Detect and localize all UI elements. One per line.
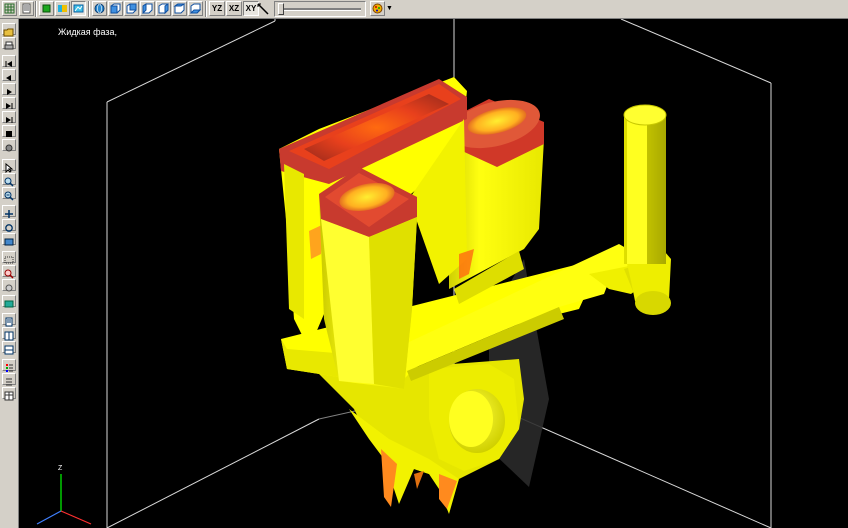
z-axis-label: Z (58, 465, 63, 472)
list-view-icon[interactable] (19, 1, 34, 16)
select-icon[interactable] (2, 159, 16, 174)
plane-yz-button[interactable]: YZ (209, 1, 225, 16)
cube-view-icon[interactable] (71, 1, 86, 16)
first-frame-icon[interactable] (2, 55, 16, 67)
dropdown-icon[interactable]: ▼ (386, 3, 394, 15)
slider-track (279, 8, 361, 11)
toolbar-separator (205, 1, 207, 17)
rotate-icon[interactable] (2, 219, 16, 232)
stop-icon[interactable] (2, 125, 16, 137)
globe-icon[interactable] (92, 1, 107, 16)
palette-icon[interactable] (370, 1, 385, 16)
print-icon[interactable] (2, 37, 16, 50)
toolbar-separator (88, 1, 90, 17)
list-icon[interactable] (2, 373, 16, 386)
frame-slider[interactable] (274, 1, 366, 17)
play-icon[interactable] (2, 83, 16, 95)
box-icon[interactable] (2, 251, 16, 264)
zoom-in-icon[interactable] (2, 173, 16, 187)
table-icon[interactable] (2, 387, 16, 401)
3d-viewport[interactable]: Жидкая фаза, Z (19, 19, 848, 528)
document-icon[interactable] (2, 313, 16, 327)
box-edge (106, 418, 320, 528)
cube-palette-icon[interactable] (55, 1, 70, 16)
measure-icon[interactable] (256, 2, 270, 16)
section-icon[interactable] (2, 233, 16, 246)
next-frame-icon[interactable] (2, 97, 16, 109)
settings-icon[interactable] (2, 279, 16, 292)
view-left-icon[interactable] (140, 1, 155, 16)
prev-frame-icon[interactable] (2, 69, 16, 81)
sprue-top (623, 104, 667, 126)
left-toolbar (0, 19, 19, 528)
view-back-icon[interactable] (124, 1, 139, 16)
layout-vertical-icon[interactable] (2, 327, 16, 341)
color-icon[interactable] (2, 295, 16, 308)
legend-icon[interactable] (2, 359, 16, 372)
view-bottom-icon[interactable] (188, 1, 203, 16)
view-top-icon[interactable] (172, 1, 187, 16)
layout-horizontal-icon[interactable] (2, 341, 16, 355)
view-right-icon[interactable] (156, 1, 171, 16)
record-icon[interactable] (2, 139, 16, 152)
view-front-icon[interactable] (108, 1, 123, 16)
pan-icon[interactable] (2, 205, 16, 218)
probe-icon[interactable] (2, 265, 16, 279)
slider-thumb[interactable] (278, 3, 284, 15)
plane-xz-button[interactable]: XZ (226, 1, 242, 16)
box-edge (106, 20, 276, 103)
top-toolbar: YZ XZ XY ▼ (0, 0, 848, 19)
last-frame-icon[interactable] (2, 111, 16, 123)
axis-triad: Z (36, 465, 92, 525)
zoom-out-icon[interactable] (2, 187, 16, 201)
toolbar-separator (35, 1, 37, 17)
y-axis (60, 510, 92, 525)
cube-green-icon[interactable] (39, 1, 54, 16)
box-edge (620, 19, 772, 84)
x-axis (36, 510, 62, 525)
grid-icon[interactable] (2, 1, 17, 16)
open-icon[interactable] (2, 23, 16, 37)
casting-scene: Z (36, 19, 772, 528)
